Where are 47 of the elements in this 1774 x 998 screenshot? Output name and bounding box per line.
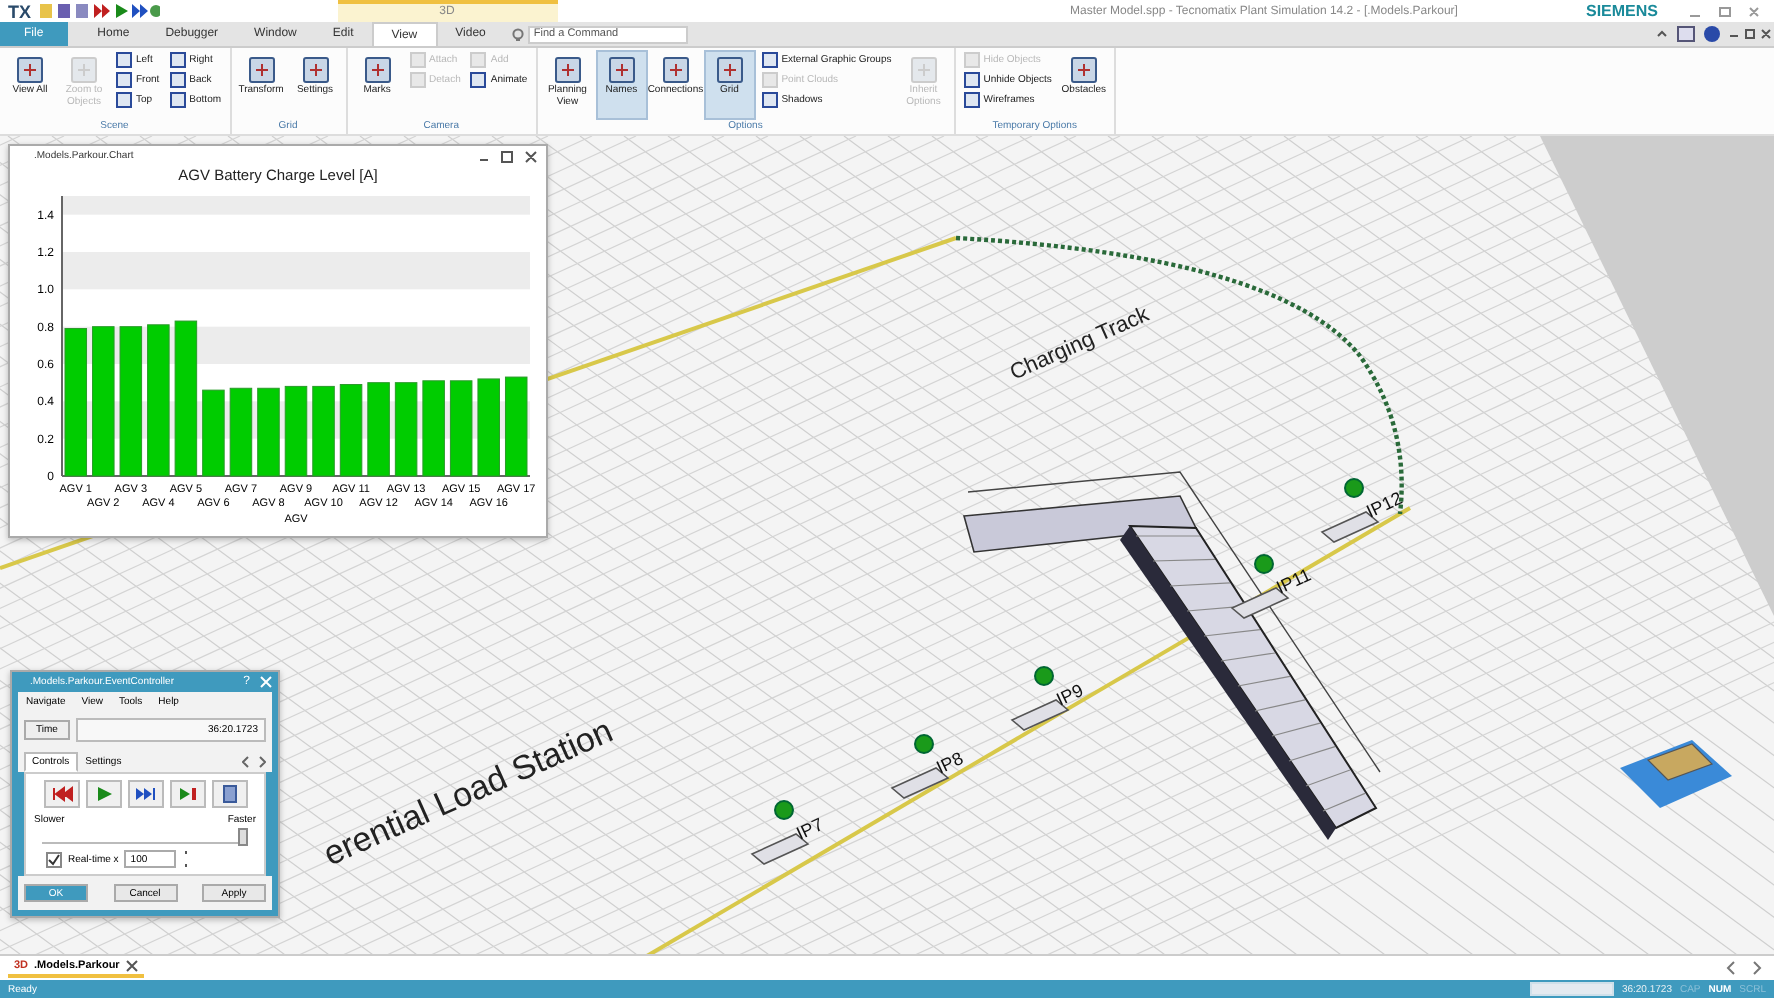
tool-icon bbox=[299, 54, 332, 86]
window-controls-icon[interactable] bbox=[1654, 24, 1774, 44]
app-logo: TX bbox=[8, 1, 32, 21]
tab-scroll-icon[interactable] bbox=[242, 756, 266, 768]
tool-icon bbox=[14, 54, 46, 86]
bar bbox=[367, 382, 390, 477]
bar bbox=[257, 387, 280, 477]
tool-icon bbox=[245, 54, 278, 86]
slider-thumb[interactable] bbox=[237, 828, 248, 846]
close-icon[interactable] bbox=[125, 960, 138, 972]
spin-icon[interactable] bbox=[182, 850, 191, 868]
bar bbox=[422, 380, 445, 477]
play-icon[interactable] bbox=[85, 780, 121, 808]
bar bbox=[312, 385, 335, 477]
tool-icon bbox=[907, 54, 940, 86]
bar bbox=[449, 380, 473, 477]
scroll-arrows-icon[interactable] bbox=[1722, 960, 1766, 976]
list-icon[interactable] bbox=[211, 780, 247, 808]
station-label: IP9 bbox=[1053, 680, 1087, 710]
tool-icon bbox=[605, 54, 638, 86]
tool-icon bbox=[68, 54, 100, 86]
bar bbox=[504, 376, 528, 477]
step-icon[interactable] bbox=[169, 780, 205, 808]
speed-slider[interactable] bbox=[42, 832, 248, 844]
window-controls-icon[interactable] bbox=[478, 149, 538, 163]
station-label: IP12 bbox=[1363, 487, 1406, 522]
tool-icon bbox=[713, 54, 746, 86]
station-label: IP8 bbox=[933, 748, 967, 778]
reset-icon[interactable] bbox=[43, 780, 79, 808]
lightbulb-icon bbox=[511, 27, 524, 41]
vehicle-drawing bbox=[1620, 740, 1732, 808]
checkbox[interactable] bbox=[46, 851, 62, 867]
tool-icon bbox=[361, 54, 394, 86]
station-label: IP11 bbox=[1273, 564, 1315, 598]
bar bbox=[339, 384, 363, 477]
brand-logo: SIEMENS bbox=[1585, 2, 1658, 20]
bar bbox=[229, 387, 253, 477]
fast-forward-icon[interactable] bbox=[127, 780, 163, 808]
bar bbox=[284, 385, 308, 477]
bar bbox=[477, 378, 500, 477]
station-label: IP7 bbox=[793, 814, 827, 844]
tool-icon bbox=[551, 54, 584, 86]
bar bbox=[394, 382, 418, 477]
quick-access-icons[interactable] bbox=[39, 2, 160, 20]
bar bbox=[202, 389, 225, 477]
tool-icon bbox=[1067, 54, 1100, 86]
tool-icon bbox=[659, 54, 692, 86]
